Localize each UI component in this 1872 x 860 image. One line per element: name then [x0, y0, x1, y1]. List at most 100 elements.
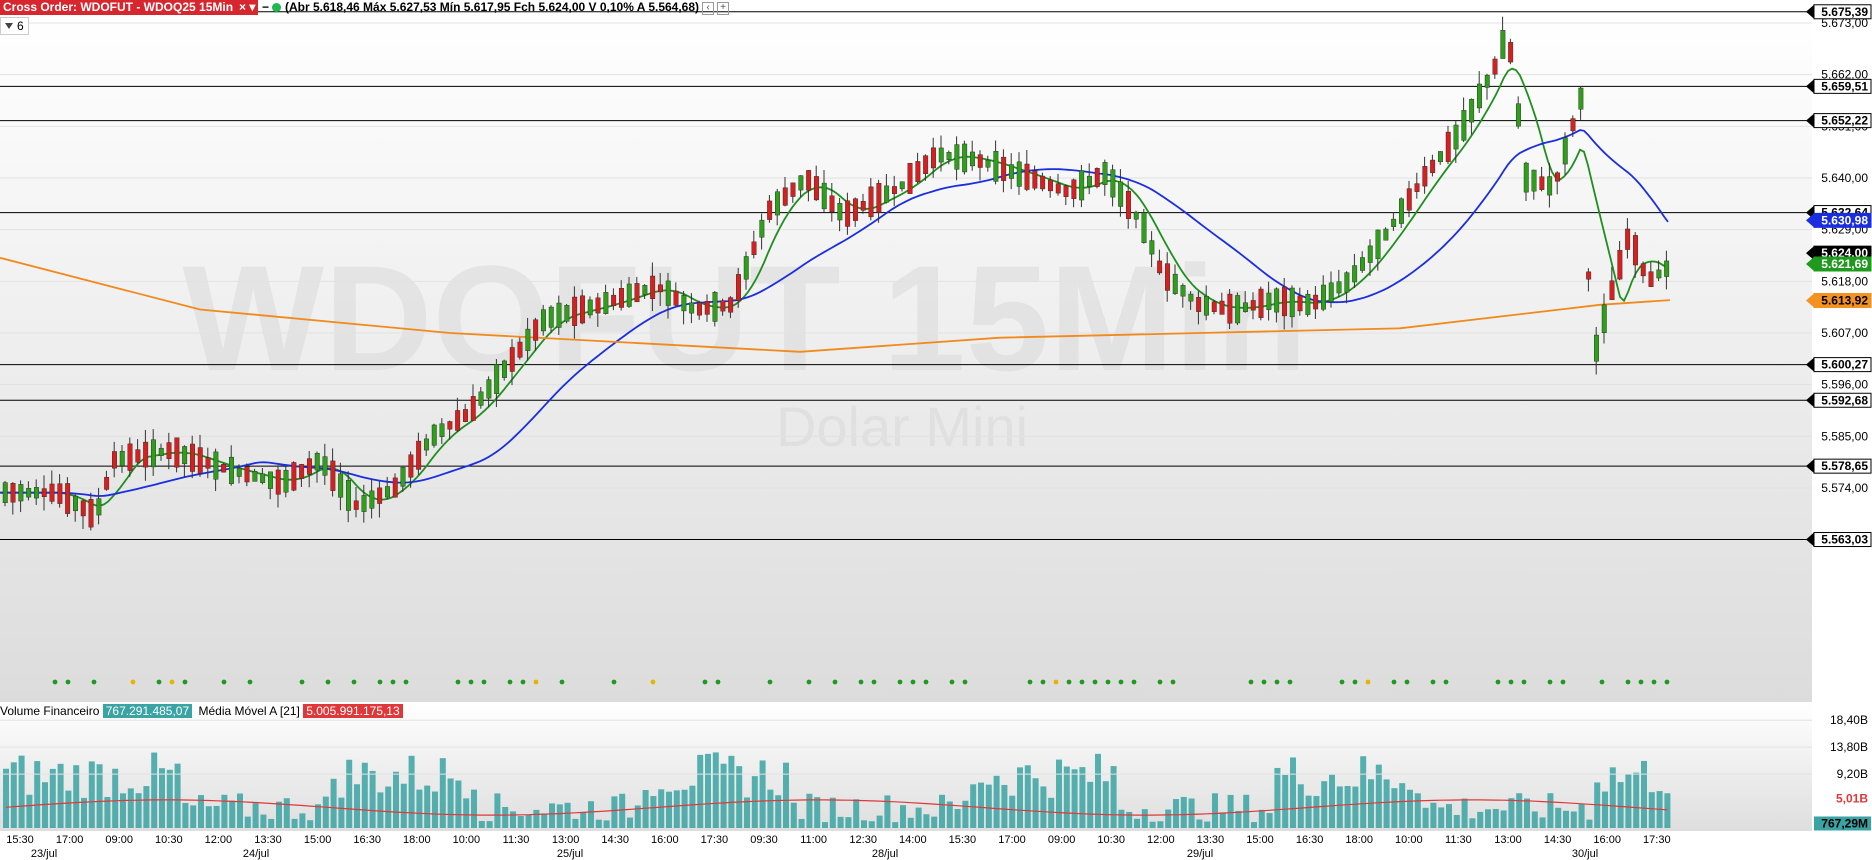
signal-dot	[1131, 679, 1137, 685]
signal-dot	[767, 679, 773, 685]
candle-body	[1211, 301, 1217, 312]
candle-body	[1336, 281, 1342, 294]
plus-icon[interactable]: +	[717, 2, 730, 15]
candle-body	[619, 288, 624, 308]
volume-bar	[1602, 791, 1608, 828]
candle-body	[1040, 175, 1046, 190]
candle-body	[892, 186, 897, 194]
candle-body	[408, 454, 414, 478]
candle-body	[494, 364, 500, 394]
candle-body	[1547, 176, 1553, 196]
signal-dot	[1118, 679, 1124, 685]
price-tick-label: 5.618,00	[1821, 274, 1868, 288]
candle-body	[1079, 170, 1085, 201]
candle-body	[1071, 179, 1077, 199]
minus-icon[interactable]: −	[262, 0, 270, 15]
candle-body	[1297, 295, 1303, 312]
signal-dot	[1092, 679, 1098, 685]
volume-bar	[1469, 818, 1476, 828]
volume-bar	[533, 809, 540, 828]
volume-bar	[705, 753, 711, 828]
close-icon[interactable]: ×	[239, 0, 246, 14]
candle-body	[611, 294, 617, 307]
volume-bar	[1313, 795, 1320, 828]
volume-axis-badge: 767,29M	[1814, 816, 1871, 831]
candle-body	[634, 283, 640, 303]
candle-body	[236, 468, 242, 477]
chevron-down-icon[interactable]: ▾	[249, 0, 255, 14]
candle-body	[1625, 228, 1631, 250]
time-tick-label: 10:00	[1395, 834, 1423, 846]
candle-body	[127, 443, 133, 471]
signal-dot	[715, 679, 721, 685]
volume-bar	[346, 759, 353, 828]
volume-bar	[627, 817, 633, 828]
volume-bar	[1188, 798, 1195, 828]
date-label: 25/jul	[557, 848, 583, 860]
volume-bar	[1531, 811, 1538, 828]
ohlc-readout: − (Abr 5.618,46 Máx 5.627,53 Mín 5.617,95…	[262, 0, 730, 15]
signal-dot	[962, 679, 968, 685]
volume-bar	[1102, 781, 1109, 828]
volume-bar	[1477, 811, 1484, 828]
candle-body	[143, 441, 149, 468]
candle-body	[603, 292, 609, 315]
status-dot-icon	[272, 3, 281, 12]
signal-dot	[1170, 679, 1176, 685]
candle-body	[455, 410, 461, 431]
volume-bar	[1227, 794, 1234, 828]
candle-body	[1476, 83, 1482, 109]
candle-body	[1110, 169, 1116, 198]
signal-dot	[1261, 679, 1267, 685]
signal-dot	[1352, 679, 1358, 685]
candle-body	[915, 161, 921, 182]
price-axis-badge: 5.613,92	[1806, 292, 1872, 308]
price-chart[interactable]: WDOFUT 15Min Dolar Mini 5.673,005.662,00…	[0, 0, 1872, 860]
time-axis[interactable]: 15:30 17:00 09:00 10:30 12:00 13:30 15:00 16:30…	[0, 831, 1812, 860]
candle-body	[10, 483, 16, 503]
volume-bar	[88, 761, 95, 828]
period-selector[interactable]: 6	[0, 17, 29, 35]
volume-axis-badge: 5,01B	[1814, 791, 1871, 806]
candle-body	[1320, 284, 1326, 310]
candle-body	[385, 486, 390, 498]
volume-bar	[416, 789, 423, 828]
signal-dot	[1079, 679, 1085, 685]
chevron-left-icon[interactable]: ‹	[702, 2, 715, 15]
candle-body	[1406, 188, 1412, 211]
signal-dot	[156, 679, 162, 685]
signal-dot	[1638, 679, 1644, 685]
time-tick-label: 11:30	[503, 834, 530, 846]
volume-ma-value-badge: 5.005.991.175,13	[303, 704, 403, 718]
time-tick-label: 11:00	[800, 834, 827, 846]
candle-body	[790, 182, 796, 197]
candle-body	[1227, 293, 1233, 324]
signal-dot	[806, 679, 812, 685]
volume-bar	[244, 816, 251, 828]
candle-body	[158, 447, 164, 456]
signal-dot	[1430, 679, 1436, 685]
candle-body	[658, 284, 663, 293]
volume-bar	[868, 821, 875, 828]
volume-bar	[517, 816, 524, 828]
candle-body	[673, 290, 679, 306]
volume-bar	[127, 788, 134, 828]
cross-order-button[interactable]: Cross Order: WDOFUT - WDOQ25 15Min × ▾	[0, 0, 259, 15]
volume-bar	[10, 762, 17, 828]
volume-bar	[549, 803, 555, 828]
signal-dot	[1287, 679, 1293, 685]
candle-body	[884, 185, 890, 203]
candle-body	[416, 440, 422, 470]
candle-body	[1398, 198, 1404, 224]
volume-bar	[829, 797, 836, 828]
price-badge-label: 5.675,39	[1821, 5, 1868, 19]
volume-bar	[1555, 807, 1562, 828]
candle-body	[923, 155, 929, 175]
price-badge-label: 5.592,68	[1821, 393, 1868, 407]
time-tick-label: 12:00	[205, 834, 233, 846]
volume-bar	[978, 782, 984, 828]
volume-bar	[1196, 819, 1203, 828]
candle-body	[993, 151, 999, 182]
volume-bar	[572, 818, 579, 828]
candle-body	[72, 495, 78, 512]
